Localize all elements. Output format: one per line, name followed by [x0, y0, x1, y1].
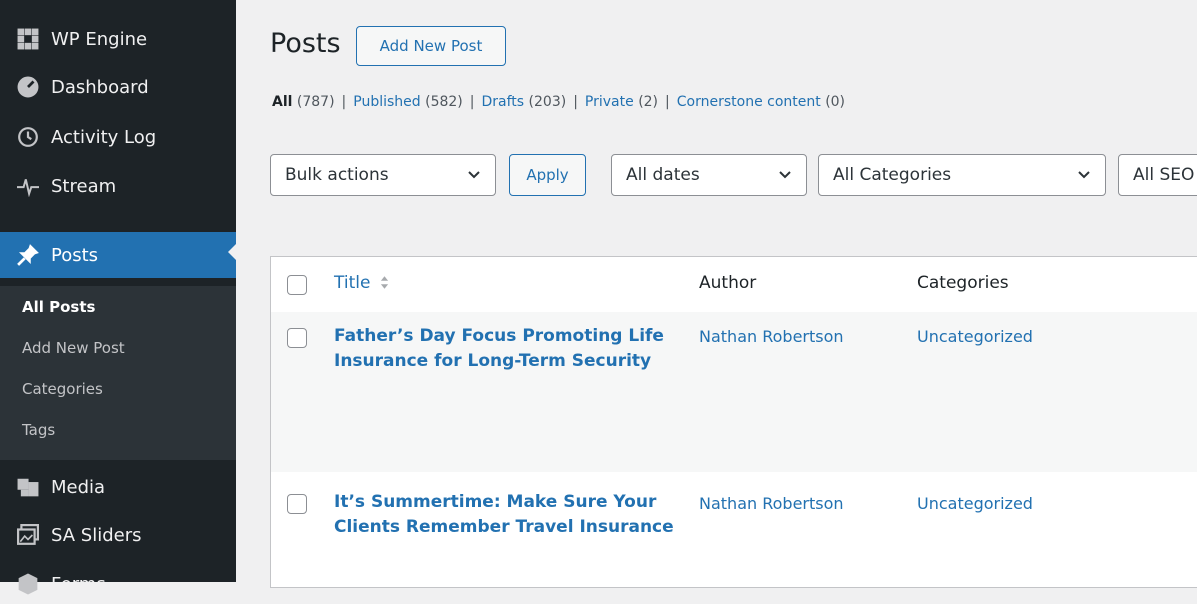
title-header-label: Title — [334, 273, 371, 293]
forms-icon — [17, 573, 39, 595]
table-row: It’s Summertime: Make Sure Your Clients … — [271, 472, 1197, 587]
table-row: Father’s Day Focus Promoting Life Insura… — [271, 312, 1197, 472]
sidebar-item-label: Posts — [51, 244, 99, 266]
post-title-link[interactable]: It’s Summertime: Make Sure Your Clients … — [334, 490, 674, 540]
separator: | — [665, 94, 670, 110]
categories-select[interactable]: All Categories — [818, 154, 1106, 196]
sidebar-item-label: Media — [51, 476, 106, 498]
category-link[interactable]: Uncategorized — [917, 494, 1033, 513]
admin-sidebar: WP Engine Dashboard Activity Log Stream … — [0, 0, 237, 595]
sort-icon — [380, 276, 388, 289]
post-title-link[interactable]: Father’s Day Focus Promoting Life Insura… — [334, 324, 674, 374]
filter-published[interactable]: Published — [353, 94, 420, 110]
separator: | — [341, 94, 347, 110]
sidebar-item-stream[interactable]: Stream — [0, 166, 236, 206]
table-header: Title Author Categories — [271, 257, 1197, 313]
post-status-filters: All (787) | Published (582) | Drafts (203) | P… — [272, 94, 845, 110]
submenu-item-tags[interactable]: Tags — [22, 421, 55, 439]
sidebar-item-media[interactable]: Media — [0, 467, 236, 507]
row-checkbox[interactable] — [287, 494, 307, 514]
sidebar-item-dashboard[interactable]: Dashboard — [0, 67, 236, 107]
chevron-down-icon — [779, 171, 791, 179]
author-link[interactable]: Nathan Robertson — [699, 494, 844, 513]
sidebar-item-label: SA Sliders — [51, 524, 142, 546]
main-content: Posts Add New Post All (787) | Published (… — [236, 0, 1197, 588]
submenu-item-all-posts[interactable]: All Posts — [22, 298, 95, 316]
filter-published-count: (582) — [425, 94, 463, 110]
dashboard-icon — [17, 76, 39, 98]
filter-private[interactable]: Private — [585, 94, 634, 110]
sidebar-item-activity-log[interactable]: Activity Log — [0, 117, 236, 157]
filter-cornerstone-count: (0) — [825, 94, 846, 110]
filter-drafts[interactable]: Drafts — [482, 94, 525, 110]
categories-value: All Categories — [833, 165, 952, 185]
chevron-down-icon — [468, 171, 480, 179]
posts-table: Title Author Categories Father’s Day Foc… — [270, 256, 1197, 588]
filter-all-count: (787) — [296, 94, 335, 110]
seo-select[interactable]: All SEO — [1118, 154, 1197, 196]
pin-icon — [17, 244, 39, 266]
posts-submenu: All Posts Add New Post Categories Tags — [0, 286, 236, 460]
chevron-down-icon — [1078, 171, 1090, 179]
sidebar-item-label: WP Engine — [51, 28, 148, 50]
select-all-checkbox[interactable] — [287, 275, 307, 295]
sidebar-item-label: Dashboard — [51, 76, 149, 98]
seo-value: All SEO — [1133, 165, 1195, 185]
bulk-actions-value: Bulk actions — [285, 165, 389, 185]
sidebar-item-label: Stream — [51, 175, 117, 197]
bulk-actions-select[interactable]: Bulk actions — [270, 154, 496, 196]
categories-column-header: Categories — [917, 273, 1009, 293]
category-link[interactable]: Uncategorized — [917, 327, 1033, 346]
sidebar-item-label: Forms — [51, 573, 106, 595]
submenu-item-categories[interactable]: Categories — [22, 380, 103, 398]
apply-button[interactable]: Apply — [509, 154, 586, 196]
history-icon — [17, 126, 39, 148]
wp-engine-icon — [17, 28, 39, 50]
author-column-header: Author — [699, 273, 757, 293]
page-title: Posts — [270, 28, 341, 59]
separator: | — [469, 94, 475, 110]
filter-private-count: (2) — [638, 94, 659, 110]
sidebar-item-forms[interactable]: Forms — [0, 564, 236, 604]
sidebar-item-label: Activity Log — [51, 126, 157, 148]
separator: | — [573, 94, 578, 110]
sidebar-item-posts[interactable]: Posts — [0, 232, 237, 278]
dates-select[interactable]: All dates — [611, 154, 807, 196]
author-link[interactable]: Nathan Robertson — [699, 327, 844, 346]
filter-cornerstone[interactable]: Cornerstone content — [677, 94, 821, 110]
pulse-icon — [17, 175, 39, 197]
submenu-item-add-new-post[interactable]: Add New Post — [22, 339, 125, 357]
filter-all[interactable]: All — [272, 94, 292, 110]
media-icon — [17, 476, 39, 498]
title-column-header[interactable]: Title — [334, 273, 389, 293]
dates-value: All dates — [626, 165, 700, 185]
sidebar-item-wp-engine[interactable]: WP Engine — [0, 19, 236, 59]
filter-drafts-count: (203) — [528, 94, 567, 110]
slides-icon — [17, 524, 39, 546]
row-checkbox[interactable] — [287, 328, 307, 348]
add-new-post-button[interactable]: Add New Post — [356, 26, 506, 66]
sidebar-item-sa-sliders[interactable]: SA Sliders — [0, 515, 236, 555]
